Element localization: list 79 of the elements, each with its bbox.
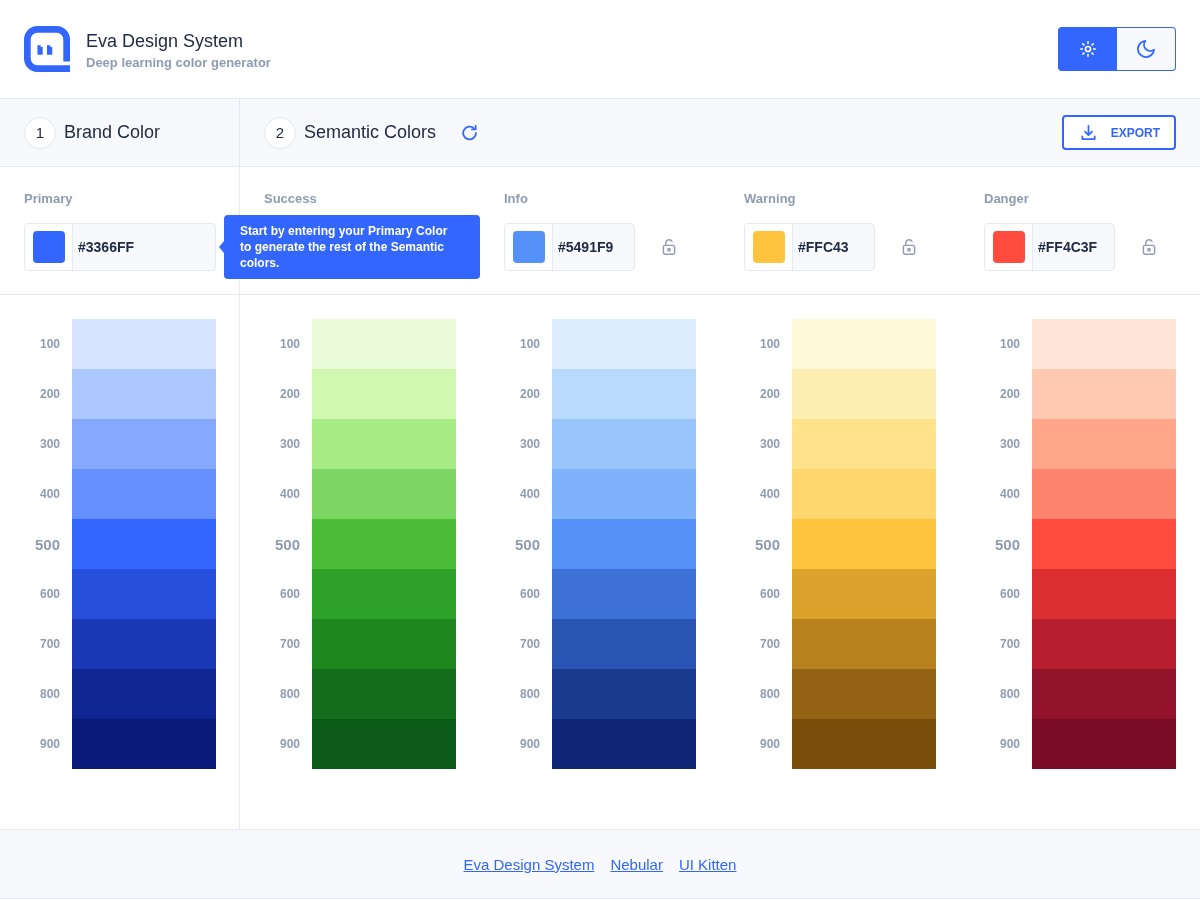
open-lock-icon[interactable] xyxy=(661,239,677,255)
section-title: Semantic Colors xyxy=(304,122,437,143)
sun-icon xyxy=(1080,41,1096,57)
shade-label: 400 xyxy=(278,487,300,501)
shade-label: 300 xyxy=(758,437,780,451)
shade-label: 600 xyxy=(758,587,780,601)
download-icon xyxy=(1080,125,1096,140)
shade-label: 900 xyxy=(518,737,540,751)
shade-label: 500 xyxy=(753,535,780,553)
color-input-field[interactable]: #FFC43 xyxy=(744,223,875,271)
color-input-field[interactable]: #3366FF xyxy=(24,223,216,271)
shade-label: 400 xyxy=(518,487,540,501)
shade-label: 700 xyxy=(518,637,540,651)
shade-label: 500 xyxy=(513,535,540,553)
shade-label: 100 xyxy=(278,337,300,351)
step-number: 1 xyxy=(24,116,56,149)
refresh-icon[interactable] xyxy=(462,124,479,141)
shade-label: 600 xyxy=(998,587,1020,601)
shade-label: 600 xyxy=(518,587,540,601)
shade-label: 600 xyxy=(278,587,300,601)
shade-label: 900 xyxy=(758,737,780,751)
shade-label: 800 xyxy=(518,687,540,701)
footer-link[interactable]: Eva Design System xyxy=(463,855,595,873)
shade-label: 500 xyxy=(273,535,300,553)
shade-label: 400 xyxy=(758,487,780,501)
step-number: 2 xyxy=(264,116,296,149)
shade-label: 900 xyxy=(38,737,60,751)
open-lock-icon[interactable] xyxy=(901,239,917,255)
light-theme-button[interactable] xyxy=(1058,27,1117,71)
shade-label: 500 xyxy=(33,535,60,553)
shade-label: 300 xyxy=(998,437,1020,451)
shade-label: 200 xyxy=(518,387,540,401)
shade-label: 200 xyxy=(38,387,60,401)
shade-label: 400 xyxy=(998,487,1020,501)
shade-label: 700 xyxy=(758,637,780,651)
color-swatch-icon[interactable] xyxy=(32,231,65,263)
shade-label: 200 xyxy=(278,387,300,401)
shade-label: 800 xyxy=(278,687,300,701)
section-title: Brand Color xyxy=(64,122,161,143)
logo-icon xyxy=(24,26,70,72)
palette-label: Warning xyxy=(744,192,796,206)
shade-label: 700 xyxy=(38,637,60,651)
palette-label: Primary xyxy=(24,192,73,206)
shade-label: 100 xyxy=(518,337,540,351)
color-swatch-icon[interactable] xyxy=(752,231,785,263)
shade-label: 600 xyxy=(38,587,60,601)
shade-label: 800 xyxy=(758,687,780,701)
shade-label: 100 xyxy=(38,337,60,351)
shade-label: 300 xyxy=(518,437,540,451)
color-swatch-icon[interactable] xyxy=(512,231,545,263)
color-input-field[interactable]: #FF4C3F xyxy=(984,223,1115,271)
palette-label: Info xyxy=(504,192,528,206)
shade-label: 800 xyxy=(38,687,60,701)
color-swatch-icon[interactable] xyxy=(992,231,1025,263)
app-subtitle: Deep learning color generator xyxy=(86,54,271,71)
shade-label: 700 xyxy=(998,637,1020,651)
shade-label: 100 xyxy=(758,337,780,351)
shade-label: 200 xyxy=(998,387,1020,401)
export-button[interactable]: EXPORT xyxy=(1061,115,1176,150)
palette-label: Danger xyxy=(984,192,1029,206)
shade-label: 900 xyxy=(278,737,300,751)
shade-label: 300 xyxy=(38,437,60,451)
shade-label: 100 xyxy=(998,337,1020,351)
moon-icon xyxy=(1137,40,1155,58)
shade-label: 700 xyxy=(278,637,300,651)
footer-link[interactable]: UI Kitten xyxy=(678,855,737,873)
tooltip: Start by entering your Primary Color to generate the rest of the Semantic colors. xyxy=(224,215,480,279)
footer-link[interactable]: Nebular xyxy=(610,855,663,873)
open-lock-icon[interactable] xyxy=(1141,239,1157,255)
color-input-field[interactable]: #5491F9 xyxy=(504,223,635,271)
shade-label: 500 xyxy=(993,535,1020,553)
dark-theme-button[interactable] xyxy=(1117,27,1176,71)
shade-label: 900 xyxy=(998,737,1020,751)
shade-label: 800 xyxy=(998,687,1020,701)
shade-label: 200 xyxy=(758,387,780,401)
app-title: Eva Design System xyxy=(86,29,245,52)
shade-label: 300 xyxy=(278,437,300,451)
shade-label: 400 xyxy=(38,487,60,501)
palette-label: Success xyxy=(264,192,317,206)
